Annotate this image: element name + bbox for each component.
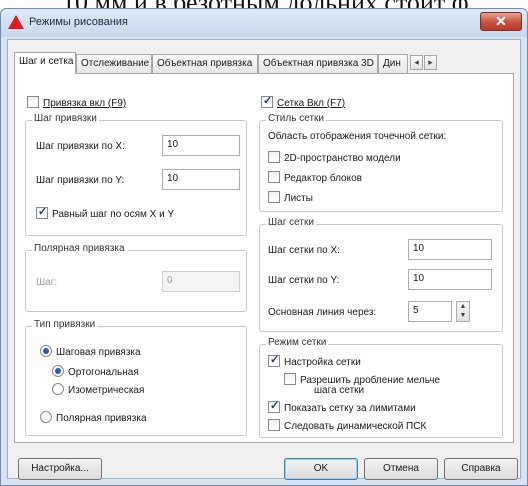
subdivision-box[interactable] xyxy=(284,373,296,385)
grid-style-sheet-label: Листы xyxy=(284,193,313,204)
snap-y-label: Шаг привязки по Y: xyxy=(36,175,125,186)
polar-snap-label: Полярная привязка xyxy=(56,413,147,424)
grid-on-label: Сетка Вкл (F7) xyxy=(277,98,346,109)
help-button[interactable]: Справка xyxy=(444,458,518,480)
polar-spacing-group: Полярная привязка Шаг: 0 xyxy=(25,243,247,312)
snap-type-title: Тип привязки xyxy=(32,319,98,330)
grid-y-label: Шаг сетки по Y: xyxy=(268,275,340,286)
grid-style-model-box[interactable] xyxy=(268,151,280,163)
snap-x-label: Шаг привязки по X: xyxy=(36,141,125,152)
adaptive-grid-label: Настройка сетки xyxy=(284,357,361,368)
major-line-spinner-icon[interactable]: ▲ ▼ xyxy=(456,301,470,322)
isometric-snap-radio-dot[interactable] xyxy=(52,383,64,395)
grid-snap-radio-dot[interactable] xyxy=(40,345,52,357)
polar-spacing-title: Полярная привязка xyxy=(32,243,127,254)
tab-panel: Привязка вкл (F9) Шаг привязки Шаг привя… xyxy=(14,73,514,443)
tab-strip: Шаг и сетка Отслеживание Объектная привя… xyxy=(14,52,514,74)
snap-spacing-group: Шаг привязки Шаг привязки по X: 10 Шаг п… xyxy=(25,113,247,236)
close-button[interactable]: ✕ xyxy=(480,12,522,31)
beyond-limits-label: Показать сетку за лимитами xyxy=(284,403,416,414)
grid-snap-label: Шаговая привязка xyxy=(56,347,141,358)
title-bar: Режимы рисования ✕ xyxy=(1,9,527,37)
tab-dynamic-input[interactable]: Дин xyxy=(378,54,408,73)
isometric-snap-radio[interactable]: Изометрическая xyxy=(52,383,144,396)
grid-snap-radio[interactable]: Шаговая привязка xyxy=(40,345,141,358)
grid-on-checkbox[interactable]: Сетка Вкл (F7) xyxy=(261,94,346,109)
grid-style-block-box[interactable] xyxy=(268,171,280,183)
autocad-logo-icon xyxy=(8,15,24,29)
tab-3d-object-snap[interactable]: Объектная привязка 3D xyxy=(258,54,378,73)
equal-spacing-label: Равный шаг по осям X и Y xyxy=(52,209,175,220)
polar-snap-radio-dot[interactable] xyxy=(40,411,52,423)
tab-polar-tracking[interactable]: Отслеживание xyxy=(76,54,152,73)
grid-style-block-label: Редактор блоков xyxy=(284,173,362,184)
snap-type-group: Тип привязки Шаговая привязка Ортогональ… xyxy=(25,319,247,436)
grid-style-block-checkbox[interactable]: Редактор блоков xyxy=(268,171,362,184)
grid-style-group: Стиль сетки Область отображения точечной… xyxy=(259,113,503,212)
snap-on-label: Привязка вкл (F9) xyxy=(43,98,127,109)
grid-spacing-title: Шаг сетки xyxy=(266,217,316,228)
grid-x-input[interactable]: 10 xyxy=(408,239,492,260)
grid-style-desc: Область отображения точечной сетки: xyxy=(268,131,447,142)
grid-spacing-group: Шаг сетки Шаг сетки по X: 10 Шаг сетки п… xyxy=(259,217,503,332)
beyond-limits-checkbox[interactable]: Показать сетку за лимитами xyxy=(268,399,416,414)
polar-snap-radio[interactable]: Полярная привязка xyxy=(40,411,147,424)
rectangular-snap-radio-dot[interactable] xyxy=(52,365,64,377)
window-title: Режимы рисования xyxy=(29,16,128,28)
subdivision-label-line2: шага сетки xyxy=(314,385,365,396)
grid-behavior-group: Режим сетки Настройка сетки Разрешить др… xyxy=(259,337,503,438)
rectangular-snap-label: Ортогональная xyxy=(68,367,139,378)
tab-scroll-right-icon[interactable]: ▸ xyxy=(424,55,437,70)
snap-spacing-title: Шаг привязки xyxy=(32,113,99,124)
grid-style-sheet-box[interactable] xyxy=(268,191,280,203)
adaptive-grid-box[interactable] xyxy=(268,353,280,367)
follow-ucs-label: Следовать динамической ПСК xyxy=(284,421,427,432)
grid-style-title: Стиль сетки xyxy=(266,113,326,124)
grid-style-model-checkbox[interactable]: 2D-пространство модели xyxy=(268,151,401,164)
dialog-body: Шаг и сетка Отслеживание Объектная привя… xyxy=(7,39,521,480)
follow-ucs-box[interactable] xyxy=(268,419,280,431)
grid-style-sheet-checkbox[interactable]: Листы xyxy=(268,191,313,204)
equal-spacing-checkbox-box[interactable] xyxy=(36,205,48,219)
grid-behavior-title: Режим сетки xyxy=(266,337,329,348)
equal-spacing-checkbox[interactable]: Равный шаг по осям X и Y xyxy=(36,205,175,220)
major-line-input[interactable]: 5 xyxy=(408,301,452,322)
isometric-snap-label: Изометрическая xyxy=(68,385,145,396)
options-button[interactable]: Настройка... xyxy=(18,458,102,480)
snap-x-input[interactable]: 10 xyxy=(162,135,240,156)
polar-distance-input[interactable]: 0 xyxy=(162,271,240,292)
cancel-button[interactable]: Отмена xyxy=(364,458,438,480)
grid-style-model-label: 2D-пространство модели xyxy=(284,153,401,164)
grid-on-checkbox-box[interactable] xyxy=(261,94,273,108)
follow-ucs-checkbox[interactable]: Следовать динамической ПСК xyxy=(268,419,426,432)
rectangular-snap-radio[interactable]: Ортогональная xyxy=(52,365,139,378)
tab-object-snap[interactable]: Объектная привязка xyxy=(152,54,258,73)
beyond-limits-box[interactable] xyxy=(268,399,280,413)
adaptive-grid-checkbox[interactable]: Настройка сетки xyxy=(268,353,361,368)
drafting-settings-dialog: Режимы рисования ✕ Шаг и сетка Отслежива… xyxy=(0,8,528,486)
snap-on-checkbox[interactable]: Привязка вкл (F9) xyxy=(27,96,126,109)
snap-y-input[interactable]: 10 xyxy=(162,169,240,190)
tab-snap-and-grid[interactable]: Шаг и сетка xyxy=(14,52,76,74)
major-line-label: Основная линия через: xyxy=(268,307,377,318)
grid-x-label: Шаг сетки по X: xyxy=(268,245,340,256)
snap-on-checkbox-box[interactable] xyxy=(27,96,39,108)
grid-y-input[interactable]: 10 xyxy=(408,269,492,290)
tab-scroll-left-icon[interactable]: ◂ xyxy=(410,55,423,70)
polar-distance-label: Шаг: xyxy=(36,277,58,288)
ok-button[interactable]: OK xyxy=(284,458,358,480)
